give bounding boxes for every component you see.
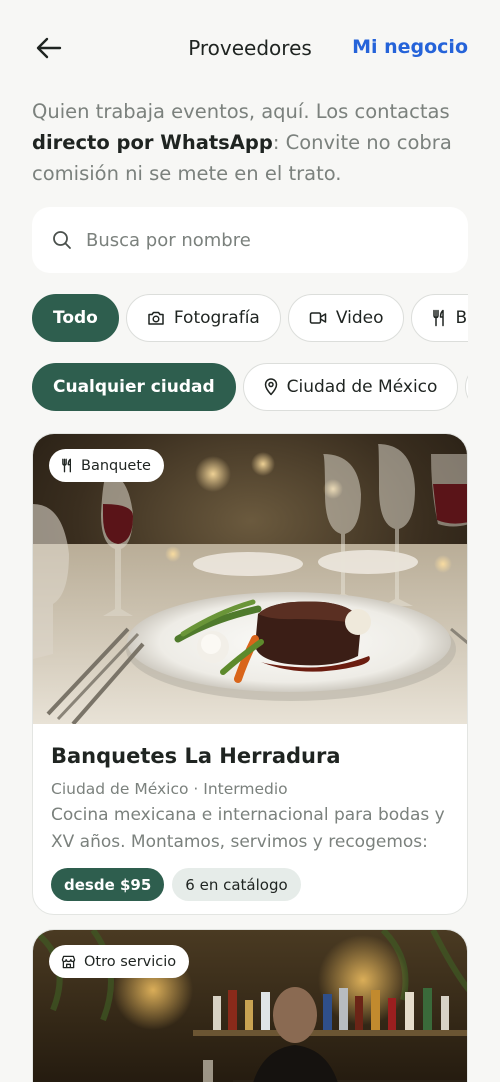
video-icon bbox=[309, 311, 327, 325]
chip-city-more[interactable] bbox=[465, 363, 468, 411]
provider-card[interactable]: Banquete Banquetes La Herradura Ciudad d… bbox=[32, 433, 468, 915]
search-icon bbox=[53, 231, 71, 249]
chip-city-cdmx[interactable]: Ciudad de México bbox=[242, 363, 459, 411]
store-icon bbox=[61, 955, 76, 969]
chip-label: Cualquier ciudad bbox=[53, 377, 215, 397]
provider-meta: Ciudad de México · Intermedio bbox=[51, 780, 288, 798]
provider-name: Banquetes La Herradura bbox=[51, 744, 341, 768]
chip-label: Banquete bbox=[455, 308, 468, 328]
fork-knife-icon bbox=[432, 309, 446, 327]
chip-label: Todo bbox=[53, 308, 98, 328]
chip-category-photography[interactable]: Fotografía bbox=[125, 294, 281, 342]
my-business-link[interactable]: Mi negocio bbox=[352, 36, 468, 58]
fork-knife-icon bbox=[61, 458, 73, 473]
chip-label: Fotografía bbox=[173, 308, 260, 328]
chip-city-any[interactable]: Cualquier ciudad bbox=[32, 363, 236, 411]
card-tags: desde $95 6 en catálogo bbox=[51, 868, 449, 901]
badge-label: Banquete bbox=[81, 457, 151, 474]
location-pin-icon bbox=[264, 378, 278, 396]
chip-label: Video bbox=[335, 308, 384, 328]
category-filter-row: Todo Fotografía Video Banquete bbox=[32, 294, 468, 344]
chip-category-all[interactable]: Todo bbox=[32, 294, 119, 342]
camera-icon bbox=[147, 310, 165, 326]
provider-description: Cocina mexicana e internacional para bod… bbox=[51, 805, 445, 852]
catalog-count-tag: 6 en catálogo bbox=[172, 868, 301, 901]
intro-text: Quien trabaja eventos, aquí. Los contact… bbox=[32, 96, 472, 189]
search-input[interactable] bbox=[86, 229, 426, 251]
city-filter-row: Cualquier ciudad Ciudad de México bbox=[32, 363, 468, 412]
top-bar: Proveedores Mi negocio bbox=[0, 0, 500, 98]
category-badge: Otro servicio bbox=[49, 945, 190, 978]
chip-category-banquet[interactable]: Banquete bbox=[411, 294, 468, 342]
card-body: Banquetes La Herradura Ciudad de México … bbox=[33, 724, 467, 901]
search-box[interactable] bbox=[32, 207, 468, 273]
category-badge: Banquete bbox=[49, 449, 164, 482]
provider-photo: Otro servicio bbox=[33, 930, 467, 1082]
intro-text-start: Quien trabaja eventos, aquí. Los contact… bbox=[32, 100, 450, 123]
badge-label: Otro servicio bbox=[84, 953, 177, 970]
chip-label: Ciudad de México bbox=[286, 377, 438, 397]
intro-text-bold: directo por WhatsApp bbox=[32, 131, 273, 154]
price-tag: desde $95 bbox=[51, 868, 165, 901]
provider-card[interactable]: Otro servicio bbox=[32, 929, 468, 1082]
chip-category-video[interactable]: Video bbox=[287, 294, 405, 342]
provider-photo: Banquete bbox=[33, 434, 467, 724]
